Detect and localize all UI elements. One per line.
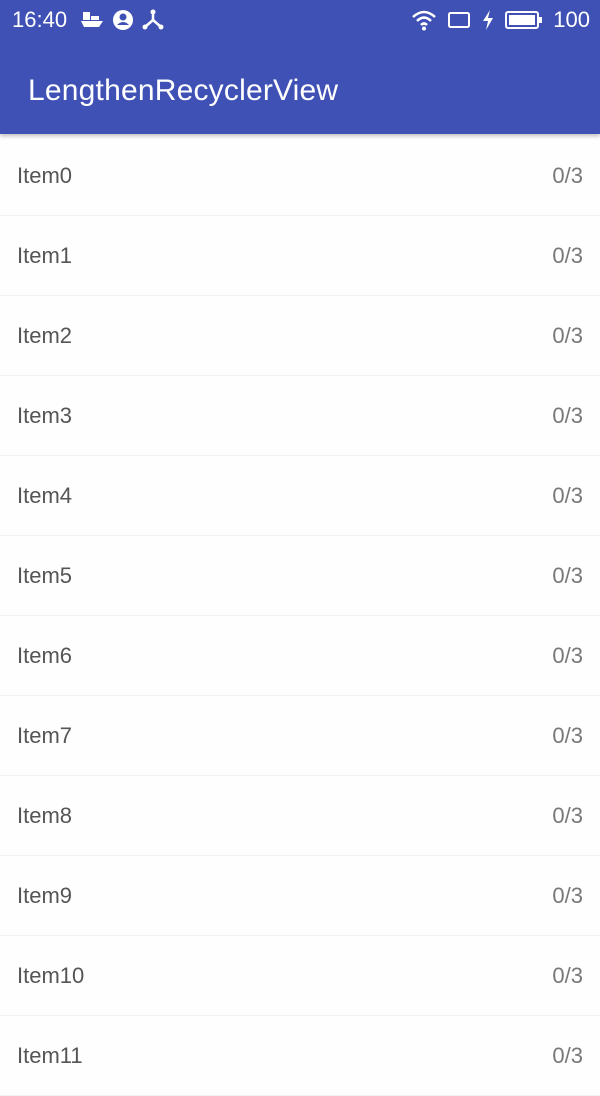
item-count: 0/3 xyxy=(552,803,583,828)
recycler-list[interactable]: Item0 0/3 Item1 0/3 Item2 0/3 Item3 0/3 … xyxy=(0,136,600,1096)
item-label: Item8 xyxy=(17,803,73,828)
item-label: Item7 xyxy=(17,723,73,748)
item-label: Item6 xyxy=(17,643,73,668)
app-bar: 16:40 100 LengthenRecyclerView xyxy=(0,0,600,134)
tablet-icon xyxy=(447,10,471,30)
item-count: 0/3 xyxy=(552,163,583,188)
battery-level: 100 xyxy=(553,7,590,32)
item-label: Item10 xyxy=(17,963,85,988)
item-label: Item9 xyxy=(17,883,73,908)
item-count: 0/3 xyxy=(552,1043,583,1068)
item-count: 0/3 xyxy=(552,403,583,428)
list-item[interactable]: Item1 0/3 xyxy=(0,216,600,296)
list-item[interactable]: Item10 0/3 xyxy=(0,936,600,1016)
item-label: Item11 xyxy=(17,1043,83,1068)
item-count: 0/3 xyxy=(552,643,583,668)
status-right-icons: 100 xyxy=(411,7,590,33)
item-label: Item5 xyxy=(17,563,73,588)
item-count: 0/3 xyxy=(552,723,583,748)
list-item[interactable]: Item7 0/3 xyxy=(0,696,600,776)
wifi-icon xyxy=(411,9,437,31)
status-time: 16:40 xyxy=(12,7,68,32)
tri-node-icon xyxy=(142,9,164,31)
item-count: 0/3 xyxy=(552,963,583,988)
charging-icon xyxy=(481,9,495,31)
item-label: Item0 xyxy=(17,163,73,188)
account-icon xyxy=(112,9,134,31)
item-count: 0/3 xyxy=(552,323,583,348)
list-item[interactable]: Item0 0/3 xyxy=(0,136,600,216)
list-item[interactable]: Item11 0/3 xyxy=(0,1016,600,1096)
item-count: 0/3 xyxy=(552,243,583,268)
list-item[interactable]: Item8 0/3 xyxy=(0,776,600,856)
list-item[interactable]: Item9 0/3 xyxy=(0,856,600,936)
item-label: Item1 xyxy=(17,243,73,268)
item-label: Item2 xyxy=(17,323,73,348)
item-count: 0/3 xyxy=(552,563,583,588)
status-left-icons xyxy=(80,9,164,31)
list-item[interactable]: Item5 0/3 xyxy=(0,536,600,616)
item-count: 0/3 xyxy=(552,483,583,508)
item-label: Item4 xyxy=(17,483,73,508)
battery-icon xyxy=(505,10,543,30)
item-count: 0/3 xyxy=(552,883,583,908)
list-item[interactable]: Item2 0/3 xyxy=(0,296,600,376)
item-label: Item3 xyxy=(17,403,73,428)
boat-icon xyxy=(80,10,104,30)
status-bar: 16:40 100 xyxy=(0,0,600,40)
toolbar-title: LengthenRecyclerView xyxy=(28,74,339,107)
list-item[interactable]: Item3 0/3 xyxy=(0,376,600,456)
list-item[interactable]: Item6 0/3 xyxy=(0,616,600,696)
list-item[interactable]: Item4 0/3 xyxy=(0,456,600,536)
